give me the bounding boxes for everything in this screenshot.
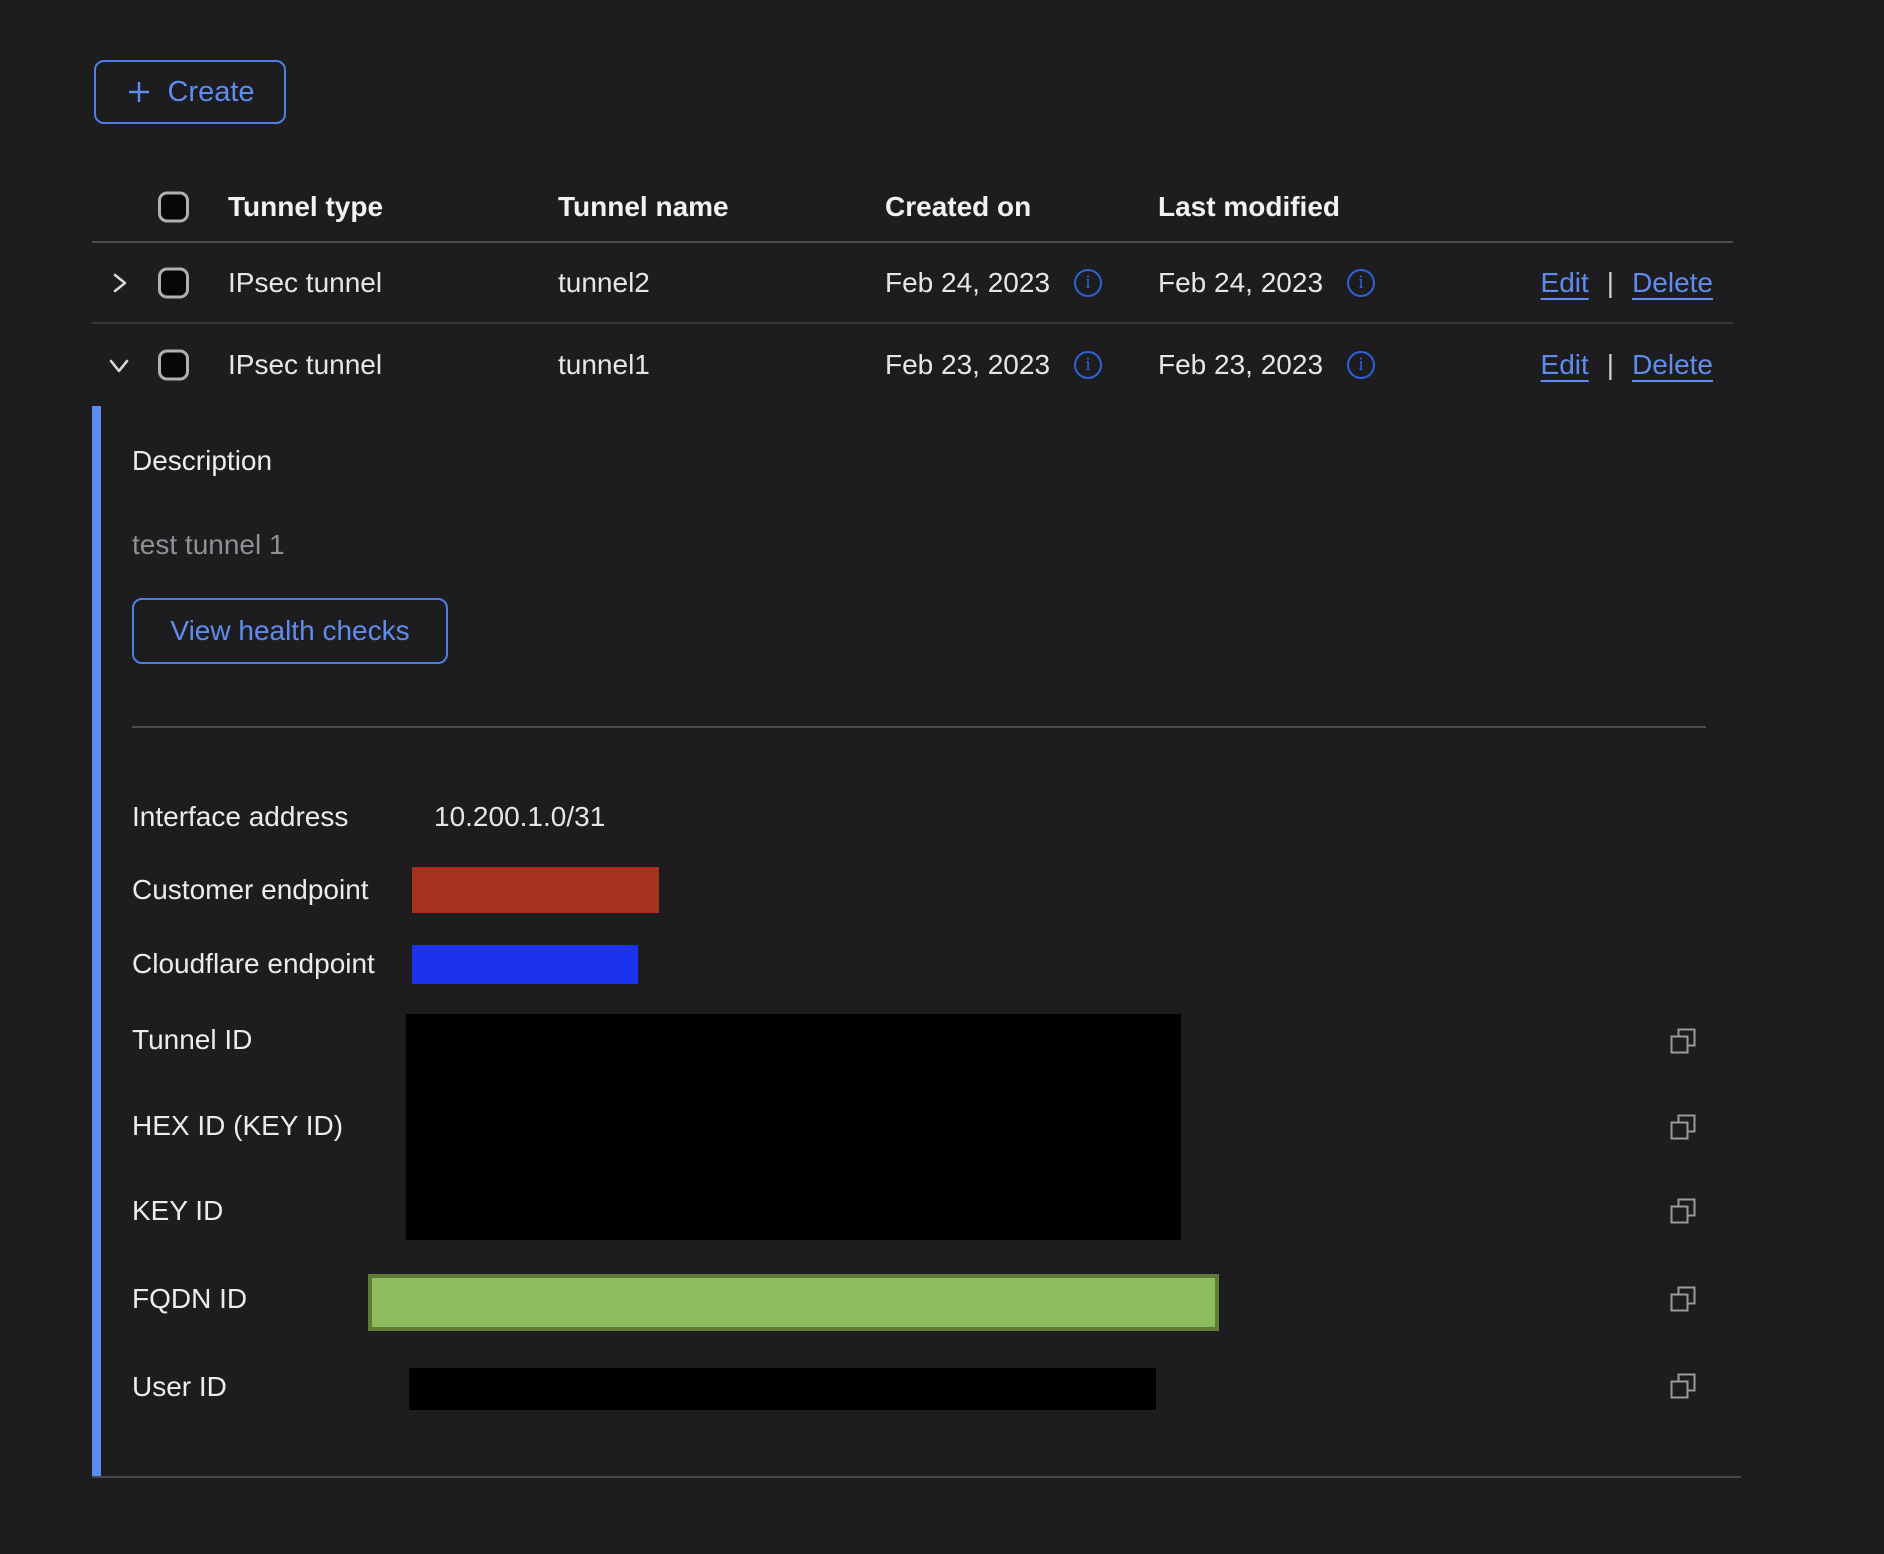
tunnels-page: Create Tunnel type Tunnel name Created o… — [0, 0, 1884, 1554]
actions-separator: | — [1607, 267, 1614, 299]
created-on-cell: Feb 23, 2023 i — [885, 349, 1102, 381]
tunnel-id-label: Tunnel ID — [132, 1023, 252, 1057]
info-icon[interactable]: i — [1347, 351, 1375, 379]
description-value: test tunnel 1 — [132, 528, 285, 562]
copy-icon[interactable] — [1668, 1196, 1698, 1226]
hex-id-label: HEX ID (KEY ID) — [132, 1109, 343, 1143]
tunnel-name-cell: tunnel1 — [558, 349, 650, 381]
delete-link[interactable]: Delete — [1632, 267, 1713, 299]
interface-address-value: 10.200.1.0/31 — [434, 800, 605, 834]
copy-icon[interactable] — [1668, 1371, 1698, 1401]
key-id-label: KEY ID — [132, 1194, 223, 1228]
row-actions: Edit | Delete — [1541, 267, 1713, 299]
detail-divider — [132, 726, 1706, 728]
copy-icon[interactable] — [1668, 1112, 1698, 1142]
create-button[interactable]: Create — [94, 60, 286, 124]
plus-icon — [125, 78, 153, 106]
copy-icon[interactable] — [1668, 1284, 1698, 1314]
table-row: IPsec tunnel tunnel2 Feb 24, 2023 i Feb … — [92, 243, 1733, 324]
cloudflare-endpoint-label: Cloudflare endpoint — [132, 947, 375, 981]
delete-link[interactable]: Delete — [1632, 349, 1713, 381]
customer-endpoint-label: Customer endpoint — [132, 873, 369, 907]
tunnel-type-cell: IPsec tunnel — [228, 267, 382, 299]
header-tunnel-type: Tunnel type — [228, 191, 383, 223]
user-id-label: User ID — [132, 1370, 227, 1404]
customer-endpoint-redacted-value — [412, 867, 659, 913]
created-on-cell: Feb 24, 2023 i — [885, 267, 1102, 299]
select-all-checkbox[interactable] — [158, 191, 189, 222]
tunnel-name-cell: tunnel2 — [558, 267, 650, 299]
fqdn-id-label: FQDN ID — [132, 1282, 247, 1316]
info-icon[interactable]: i — [1074, 269, 1102, 297]
create-button-label: Create — [167, 76, 254, 109]
user-id-redacted-value — [409, 1368, 1156, 1410]
copy-icon[interactable] — [1668, 1026, 1698, 1056]
info-icon[interactable]: i — [1347, 269, 1375, 297]
chevron-right-icon[interactable] — [104, 268, 134, 298]
header-tunnel-name: Tunnel name — [558, 191, 729, 223]
row-checkbox[interactable] — [158, 267, 189, 298]
chevron-down-icon[interactable] — [104, 350, 134, 380]
tunnels-table: Tunnel type Tunnel name Created on Last … — [92, 172, 1733, 405]
view-health-checks-button[interactable]: View health checks — [132, 598, 448, 664]
info-icon[interactable]: i — [1074, 351, 1102, 379]
cloudflare-endpoint-redacted-value — [412, 945, 638, 984]
tunnel-type-cell: IPsec tunnel — [228, 349, 382, 381]
last-modified-date: Feb 24, 2023 — [1158, 267, 1323, 299]
created-on-date: Feb 24, 2023 — [885, 267, 1050, 299]
row-actions: Edit | Delete — [1541, 349, 1713, 381]
last-modified-cell: Feb 24, 2023 i — [1158, 267, 1375, 299]
header-created-on: Created on — [885, 191, 1031, 223]
row-checkbox[interactable] — [158, 349, 189, 380]
description-label: Description — [132, 444, 272, 478]
interface-address-label: Interface address — [132, 800, 348, 834]
edit-link[interactable]: Edit — [1541, 349, 1589, 381]
tunnel-detail-panel: Description test tunnel 1 View health ch… — [92, 406, 1741, 1478]
edit-link[interactable]: Edit — [1541, 267, 1589, 299]
expanded-row-indicator-bar — [92, 406, 101, 1476]
header-last-modified: Last modified — [1158, 191, 1340, 223]
last-modified-date: Feb 23, 2023 — [1158, 349, 1323, 381]
table-header-row: Tunnel type Tunnel name Created on Last … — [92, 172, 1733, 243]
created-on-date: Feb 23, 2023 — [885, 349, 1050, 381]
ids-redacted-value — [406, 1014, 1181, 1240]
last-modified-cell: Feb 23, 2023 i — [1158, 349, 1375, 381]
table-row: IPsec tunnel tunnel1 Feb 23, 2023 i Feb … — [92, 324, 1733, 405]
fqdn-id-redacted-value — [368, 1274, 1219, 1331]
actions-separator: | — [1607, 349, 1614, 381]
